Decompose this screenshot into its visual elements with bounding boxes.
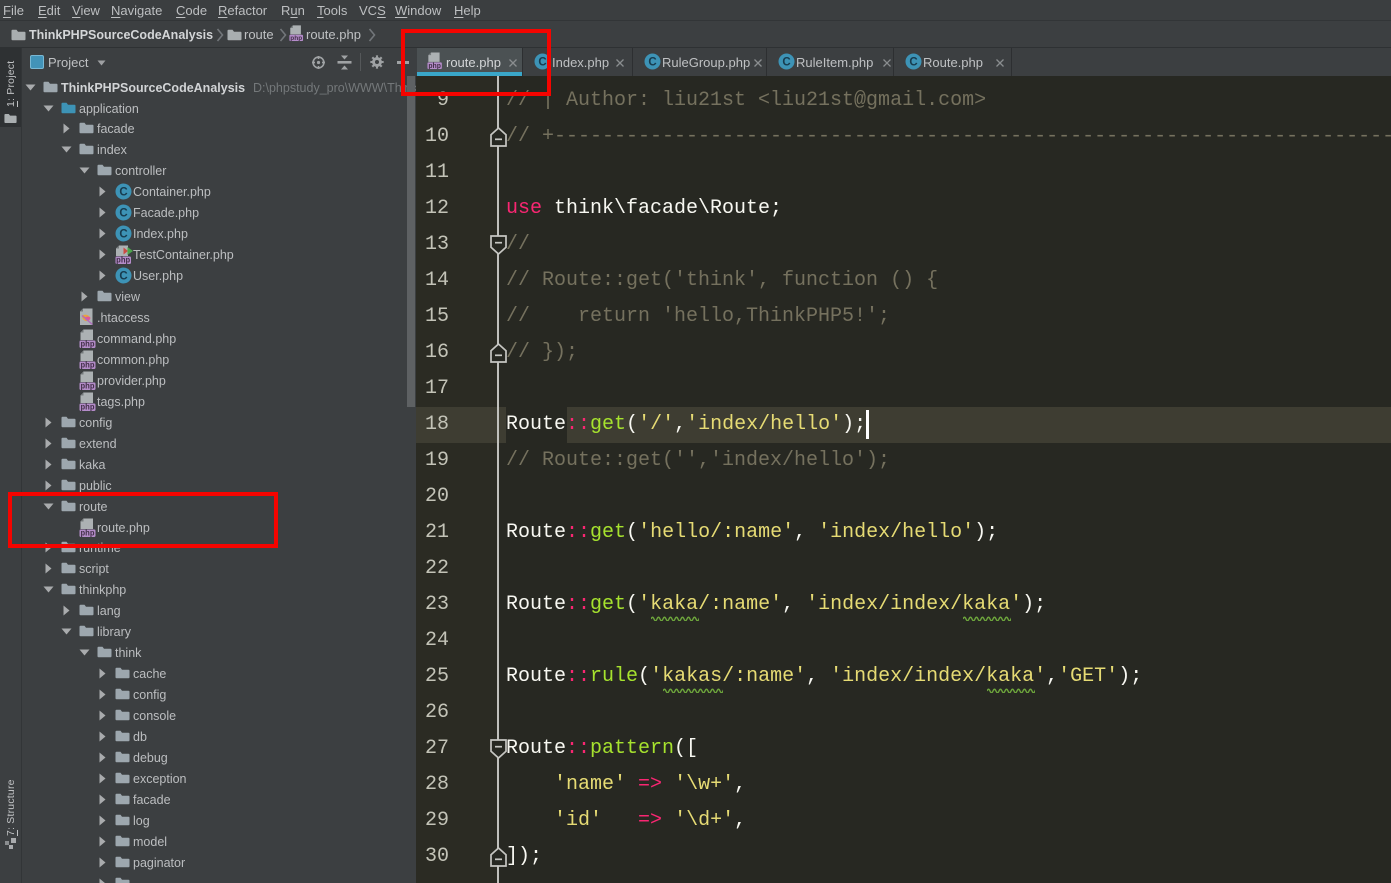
svg-text:C: C [119, 187, 127, 199]
svg-text:php: php [290, 34, 302, 41]
svg-text:php: php [116, 258, 130, 264]
svg-text:php: php [80, 383, 94, 389]
svg-text:php: php [80, 362, 94, 368]
svg-text:php: php [80, 404, 94, 410]
svg-text:C: C [119, 208, 127, 220]
svg-text:C: C [119, 271, 127, 283]
svg-text:C: C [909, 57, 917, 69]
svg-text:C: C [119, 229, 127, 241]
svg-text:C: C [782, 57, 790, 69]
svg-text:C: C [648, 57, 656, 69]
svg-text:php: php [80, 342, 94, 348]
